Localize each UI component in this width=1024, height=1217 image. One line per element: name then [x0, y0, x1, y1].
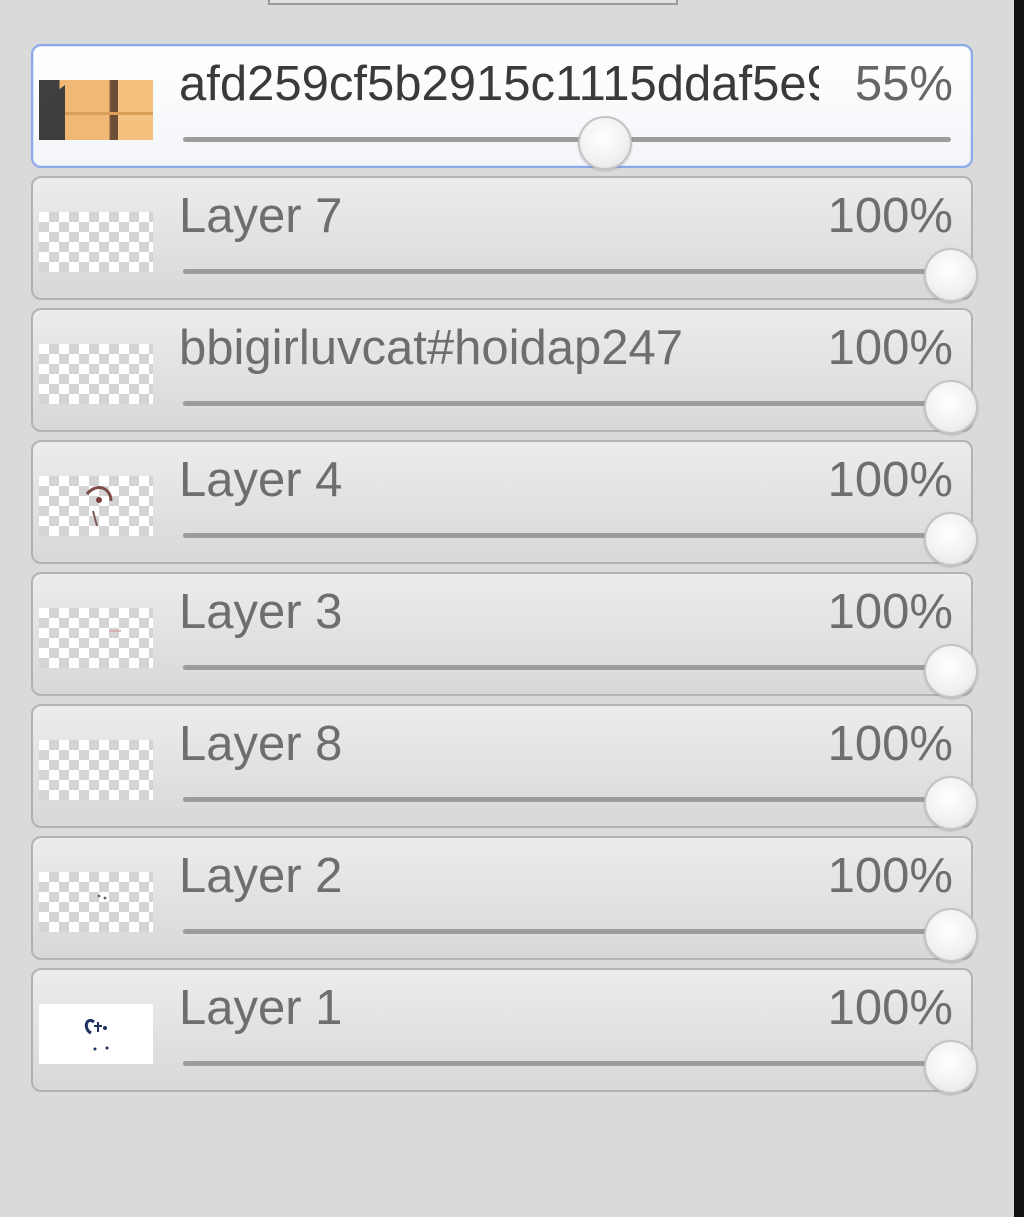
opacity-slider-thumb[interactable]: [924, 776, 978, 830]
layer-name[interactable]: Layer 8: [179, 716, 829, 772]
opacity-slider-track[interactable]: [183, 533, 951, 538]
opacity-slider[interactable]: [183, 908, 978, 962]
opacity-slider[interactable]: [183, 512, 978, 566]
opacity-slider[interactable]: [183, 380, 978, 434]
opacity-slider-thumb[interactable]: [924, 908, 978, 962]
layer-opacity-value: 100%: [827, 189, 953, 243]
layer-thumbnail: [39, 344, 153, 404]
layers-panel: afd259cf5b2915c1115ddaf5e9 55% Layer 7 1…: [31, 44, 978, 1100]
layer-thumbnail: [39, 872, 153, 932]
layer-row-layer-1[interactable]: Layer 1 100%: [31, 968, 978, 1094]
opacity-slider-thumb[interactable]: [924, 380, 978, 434]
layer-thumbnail: [39, 1004, 153, 1064]
opacity-slider-track[interactable]: [183, 665, 951, 670]
layer-opacity-value: 100%: [827, 321, 953, 375]
layer-row-layer-3[interactable]: Layer 3 100%: [31, 572, 978, 698]
opacity-slider-track[interactable]: [183, 929, 951, 934]
top-control-edge: [268, 0, 678, 5]
layer-row-layer-4[interactable]: Layer 4 100%: [31, 440, 978, 566]
layer-row-layer-7[interactable]: Layer 7 100%: [31, 176, 978, 302]
opacity-slider-track[interactable]: [183, 797, 951, 802]
opacity-slider-track[interactable]: [183, 401, 951, 406]
opacity-slider[interactable]: [183, 248, 978, 302]
layer-name[interactable]: Layer 1: [179, 980, 829, 1036]
opacity-slider-thumb[interactable]: [924, 1040, 978, 1094]
window-edge: [1014, 0, 1024, 1217]
opacity-slider-track[interactable]: [183, 1061, 951, 1066]
opacity-slider[interactable]: [183, 776, 978, 830]
opacity-slider-thumb[interactable]: [578, 116, 633, 170]
layer-name[interactable]: afd259cf5b2915c1115ddaf5e9: [179, 56, 819, 112]
layer-row-bbigirluvcat[interactable]: bbigirluvcat#hoidap247 100%: [31, 308, 978, 434]
opacity-slider-thumb[interactable]: [924, 644, 978, 698]
opacity-slider-track[interactable]: [183, 137, 951, 142]
layer-name[interactable]: Layer 3: [179, 584, 829, 640]
layer-opacity-value: 100%: [827, 849, 953, 903]
opacity-slider-thumb[interactable]: [924, 248, 978, 302]
layer-name[interactable]: Layer 4: [179, 452, 829, 508]
opacity-slider[interactable]: [183, 1040, 978, 1094]
layer-opacity-value: 100%: [827, 585, 953, 639]
opacity-slider-thumb[interactable]: [924, 512, 978, 566]
layer-opacity-value: 100%: [827, 981, 953, 1035]
layer-thumbnail: [39, 608, 153, 668]
opacity-slider-track[interactable]: [183, 269, 951, 274]
layer-row-layer-2[interactable]: Layer 2 100%: [31, 836, 978, 962]
opacity-slider[interactable]: [183, 116, 951, 170]
layer-name[interactable]: bbigirluvcat#hoidap247: [179, 320, 829, 376]
layer-thumbnail: [39, 80, 153, 140]
layer-thumbnail: [39, 476, 153, 536]
layer-opacity-value: 100%: [827, 453, 953, 507]
layer-thumbnail: [39, 740, 153, 800]
layer-row-afd259cf[interactable]: afd259cf5b2915c1115ddaf5e9 55%: [31, 44, 973, 170]
layer-name[interactable]: Layer 2: [179, 848, 829, 904]
opacity-slider[interactable]: [183, 644, 978, 698]
layer-thumbnail: [39, 212, 153, 272]
layer-opacity-value: 100%: [827, 717, 953, 771]
layer-name[interactable]: Layer 7: [179, 188, 829, 244]
layer-row-layer-8[interactable]: Layer 8 100%: [31, 704, 978, 830]
layer-opacity-value: 55%: [854, 57, 953, 111]
